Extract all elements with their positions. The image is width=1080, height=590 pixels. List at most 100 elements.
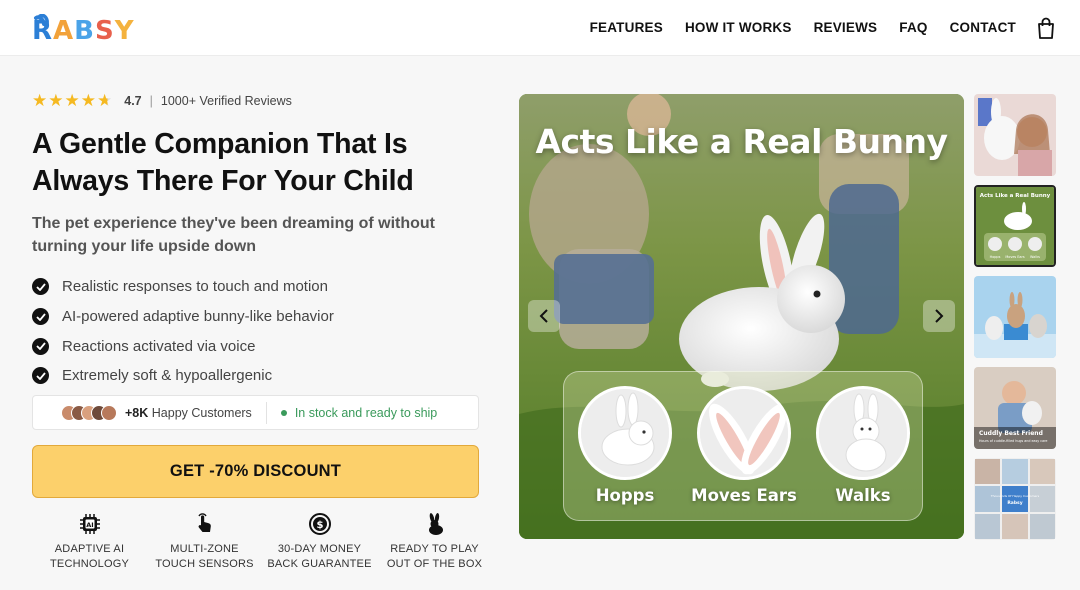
star-icon: ★ [64, 91, 80, 110]
thumbnail-4[interactable]: Cuddly Best Friend Hours of cuddle-filled… [974, 367, 1056, 449]
customer-label: Happy Customers [151, 405, 252, 420]
feature-label: MULTI-ZONE TOUCH SENSORS [155, 542, 253, 572]
feature-label-line: OUT OF THE BOX [386, 558, 483, 570]
benefit-item: Realistic responses to touch and motion [32, 272, 480, 302]
page-title: A Gentle Companion That Is Always There … [32, 128, 414, 197]
feature-ready-to-play: READY TO PLAY OUT OF THE BOX [377, 512, 492, 572]
feature-label-line: MULTI-ZONE [170, 543, 239, 555]
feature-adaptive-ai: AI ADAPTIVE AI TECHNOLOGY [32, 512, 147, 572]
nav-faq[interactable]: FAQ [899, 20, 927, 35]
benefit-item: Reactions activated via voice [32, 331, 480, 361]
feature-label: READY TO PLAY OUT OF THE BOX [387, 542, 482, 572]
chevron-right-icon [935, 309, 944, 323]
action-image-hopps [578, 386, 672, 480]
action-label-moves-ears: Moves Ears [691, 486, 797, 505]
benefit-text: Realistic responses to touch and motion [62, 278, 328, 296]
brand-letter: Y [114, 16, 135, 46]
nav-features[interactable]: FEATURES [590, 20, 663, 35]
discount-cta-button[interactable]: GET -70% DISCOUNT [32, 445, 479, 498]
product-hero-image: Acts Like a Real Bunny Hopps Moves Ears … [519, 94, 964, 539]
thumbnail-brand: Rabsy [1007, 500, 1022, 506]
benefit-item: Extremely soft & hypoallergenic [32, 361, 480, 391]
rabsy-logo[interactable]: RABSY [32, 14, 142, 46]
check-icon [32, 308, 49, 326]
page-subtitle: The pet experience they've been dreaming… [32, 215, 435, 255]
divider [265, 401, 267, 424]
shopping-bag-icon[interactable] [1036, 17, 1056, 39]
thumbnail-label: Moves Ears [1005, 255, 1025, 259]
check-icon [32, 367, 49, 385]
nav-contact[interactable]: CONTACT [950, 20, 1016, 35]
feature-label-line: ADAPTIVE AI [54, 543, 125, 555]
brand-letter: A [53, 16, 75, 46]
half-star-icon: ★ [97, 91, 113, 110]
star-icon: ★ [48, 91, 64, 110]
thumbnail-2[interactable]: Acts Like a Real Bunny Hopps Moves Ears Wal… [974, 185, 1056, 267]
brand-letter: B [74, 16, 95, 46]
hero-copy: ★ ★ ★ ★ ★ 4.7 | 1000+ Verified Reviews A… [32, 92, 480, 391]
customer-avatars [61, 404, 117, 421]
nav-reviews[interactable]: REVIEWS [814, 20, 878, 35]
thumbnail-title: Cuddly Best Friend [979, 430, 1043, 437]
happy-customers: +8K Happy Customers [125, 406, 252, 420]
star-icon: ★ [32, 91, 48, 110]
thumbnail-caption: Hours of cuddle-filled hugs and easy car… [979, 439, 1047, 443]
money-back-icon: $ [308, 513, 331, 535]
rating-separator: | [149, 94, 153, 108]
thumbnail-title: Acts Like a Real Bunny [980, 193, 1051, 199]
ai-chip-icon: AI [79, 514, 100, 534]
check-icon [32, 337, 49, 355]
star-rating: ★ ★ ★ ★ ★ [32, 91, 113, 110]
svg-text:$: $ [316, 520, 323, 531]
thumbnail-3[interactable] [974, 276, 1056, 358]
feature-touch-sensors: MULTI-ZONE TOUCH SENSORS [147, 512, 262, 572]
social-proof-bar: +8K Happy Customers In stock and ready t… [32, 395, 479, 430]
rating-summary: ★ ★ ★ ★ ★ 4.7 | 1000+ Verified Reviews [32, 92, 480, 110]
star-icon: ★ [80, 91, 96, 110]
brand-wordmark: RABSY [32, 16, 135, 46]
review-count[interactable]: 1000+ Verified Reviews [161, 94, 292, 108]
carousel-next-button[interactable] [923, 300, 955, 332]
feature-label-line: BACK GUARANTEE [267, 558, 372, 570]
feature-label-line: TECHNOLOGY [49, 558, 129, 570]
rating-score: 4.7 [124, 94, 142, 108]
feature-label: 30-DAY MONEY BACK GUARANTEE [267, 542, 371, 572]
feature-label-line: READY TO PLAY [390, 543, 479, 555]
thumbnail-label: Walks [1030, 255, 1040, 259]
feature-label-line: TOUCH SENSORS [155, 558, 254, 570]
avatar [101, 404, 117, 421]
bunny-icon [428, 513, 443, 535]
brand-letter: R [32, 16, 54, 46]
feature-icons-row: AI ADAPTIVE AI TECHNOLOGY MULTI-ZONE TOUCH… [32, 512, 492, 572]
check-icon [32, 278, 49, 296]
touch-hand-icon [197, 513, 211, 532]
thumbnail-1[interactable] [974, 94, 1056, 176]
benefit-text: AI-powered adaptive bunny-like behavior [62, 308, 334, 326]
action-image-walks [816, 386, 910, 480]
feature-label-line: 30-DAY MONEY [277, 543, 362, 555]
benefit-list: Realistic responses to touch and motion … [32, 272, 480, 391]
svg-text:AI: AI [86, 521, 93, 529]
feature-label: ADAPTIVE AI TECHNOLOGY [50, 542, 129, 572]
thumbnail-badge: Thousands Of Happy Customers [990, 494, 1040, 498]
carousel-prev-button[interactable] [528, 300, 560, 332]
thumbnail-label: Hopps [990, 255, 1001, 259]
action-label-hopps: Hopps [595, 486, 655, 505]
top-navigation-bar: RABSY FEATURES HOW IT WORKS REVIEWS FAQ … [0, 0, 1080, 56]
stock-status: In stock and ready to ship [280, 405, 438, 420]
nav-how-it-works[interactable]: HOW IT WORKS [685, 20, 792, 35]
feature-money-back: $ 30-DAY MONEY BACK GUARANTEE [262, 512, 377, 572]
chevron-left-icon [539, 309, 548, 323]
actions-panel: Hopps Moves Ears Walks [563, 371, 923, 521]
main-nav: FEATURES HOW IT WORKS REVIEWS FAQ CONTAC… [590, 20, 1016, 35]
thumbnail-5[interactable]: Thousands Of Happy Customers Rabsy [974, 458, 1056, 540]
hero-title: Acts Like a Real Bunny [535, 122, 948, 161]
action-image-moves-ears [697, 386, 791, 480]
customer-count: +8K [125, 405, 149, 420]
action-label-walks: Walks [835, 486, 891, 505]
status-dot-icon [280, 409, 287, 416]
stock-text: In stock and ready to ship [294, 405, 438, 420]
benefit-text: Extremely soft & hypoallergenic [62, 367, 273, 385]
benefit-text: Reactions activated via voice [62, 337, 256, 355]
brand-letter: S [94, 16, 115, 46]
